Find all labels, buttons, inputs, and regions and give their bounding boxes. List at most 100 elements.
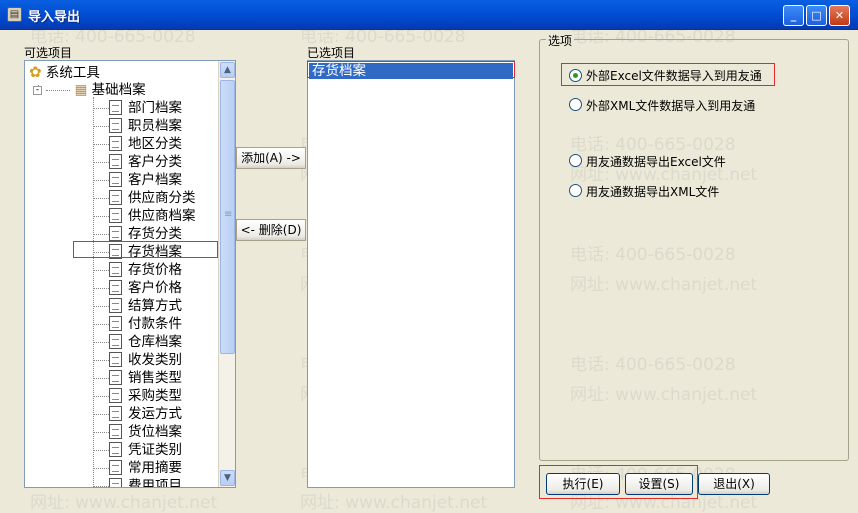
watermark-site: 网址: www.chanjet.net	[30, 493, 218, 513]
collapse-toggle[interactable]: -	[33, 85, 42, 95]
tree-item-label: 发运方式	[128, 406, 182, 422]
gear-icon: ✿	[29, 63, 42, 81]
tree-item-label: 采购类型	[128, 388, 182, 404]
add-button[interactable]: 添加(A) ->	[236, 147, 306, 169]
tree-item[interactable]: 部门档案	[109, 99, 182, 117]
highlight-box-item	[73, 241, 218, 258]
tree-item[interactable]: 销售类型	[109, 369, 182, 387]
radio-xml-import-label[interactable]: 外部XML文件数据导入到用友通	[586, 97, 755, 114]
tree-group-label: 基础档案	[91, 82, 146, 98]
tree-item-label: 部门档案	[128, 100, 182, 116]
document-icon	[109, 154, 122, 169]
scroll-down-button[interactable]: ▼	[220, 470, 235, 486]
tree-group-basic-archives[interactable]: - ▦ 基础档案	[33, 81, 146, 99]
document-icon	[109, 406, 122, 421]
tree-item[interactable]: 客户分类	[109, 153, 182, 171]
watermark-site: 网址: www.chanjet.net	[300, 493, 488, 513]
available-items-label: 可选项目	[24, 46, 73, 60]
options-label: 选项	[546, 32, 575, 49]
document-icon	[109, 460, 122, 475]
tree-item[interactable]: 付款条件	[109, 315, 182, 333]
radio-xml-import[interactable]	[569, 98, 582, 111]
tree-item[interactable]: 常用摘要	[109, 459, 182, 477]
tree-item[interactable]: 凭证类别	[109, 441, 182, 459]
selected-items-label: 已选项目	[307, 46, 356, 60]
exit-button[interactable]: 退出(X)	[698, 473, 770, 495]
tree-item-label: 凭证类别	[128, 442, 182, 458]
tree-item-label: 仓库档案	[128, 334, 182, 350]
minimize-button[interactable]: _	[783, 5, 804, 26]
document-icon	[109, 118, 122, 133]
selected-items-list[interactable]: 存货档案	[307, 60, 515, 488]
tree-scrollbar[interactable]: ▲ ≡ ▼	[218, 61, 235, 487]
tree-item-label: 结算方式	[128, 298, 182, 314]
document-icon	[109, 316, 122, 331]
tree-item-label: 客户档案	[128, 172, 182, 188]
document-icon	[109, 388, 122, 403]
tree-item-label: 供应商档案	[128, 208, 196, 224]
tree-item-label: 费用项目	[128, 478, 182, 488]
tree-item[interactable]: 客户档案	[109, 171, 182, 189]
highlight-box-selected	[307, 61, 515, 78]
document-icon	[109, 100, 122, 115]
tree-item-label: 付款条件	[128, 316, 182, 332]
document-icon	[109, 262, 122, 277]
tree-item-label: 客户分类	[128, 154, 182, 170]
tree-item[interactable]: 货位档案	[109, 423, 182, 441]
tree-item-label: 存货价格	[128, 262, 182, 278]
available-items-tree[interactable]: ✿ 系统工具 - ▦ 基础档案 部门档案职员档案地区分类客户分类客户档案供应商分…	[24, 60, 236, 488]
highlight-box-buttons	[539, 465, 698, 499]
tree-item-label: 存货分类	[128, 226, 182, 242]
radio-excel-export[interactable]	[569, 154, 582, 167]
document-icon	[109, 136, 122, 151]
folder-icon: ▦	[74, 82, 88, 98]
scroll-thumb[interactable]: ≡	[220, 80, 235, 354]
tree-item[interactable]: 结算方式	[109, 297, 182, 315]
window-title: 导入导出	[28, 10, 81, 25]
document-icon	[109, 478, 122, 487]
document-icon	[109, 370, 122, 385]
document-icon	[109, 208, 122, 223]
document-icon	[109, 172, 122, 187]
tree-item[interactable]: 职员档案	[109, 117, 182, 135]
tree-item-label: 客户价格	[128, 280, 182, 296]
document-icon	[109, 190, 122, 205]
tree-item-label: 常用摘要	[128, 460, 182, 476]
radio-xml-export[interactable]	[569, 184, 582, 197]
tree-item[interactable]: 存货价格	[109, 261, 182, 279]
tree-item[interactable]: 采购类型	[109, 387, 182, 405]
scroll-up-button[interactable]: ▲	[220, 62, 235, 78]
radio-xml-export-label[interactable]: 用友通数据导出XML文件	[586, 183, 719, 200]
document-icon	[109, 298, 122, 313]
remove-button[interactable]: <- 删除(D)	[236, 219, 306, 241]
tree-item-label: 供应商分类	[128, 190, 196, 206]
tree-item[interactable]: 收发类别	[109, 351, 182, 369]
document-icon	[109, 442, 122, 457]
document-icon	[109, 334, 122, 349]
tree-item[interactable]: 供应商档案	[109, 207, 196, 225]
document-icon	[109, 226, 122, 241]
tree-item-label: 收发类别	[128, 352, 182, 368]
document-icon	[109, 280, 122, 295]
maximize-button[interactable]: □	[806, 5, 827, 26]
tree-item[interactable]: 客户价格	[109, 279, 182, 297]
tree-item[interactable]: 发运方式	[109, 405, 182, 423]
tree-item[interactable]: 仓库档案	[109, 333, 182, 351]
tree-item-label: 销售类型	[128, 370, 182, 386]
tree-item-label: 货位档案	[128, 424, 182, 440]
app-icon: ▤	[7, 7, 22, 22]
tree-item-label: 地区分类	[128, 136, 182, 152]
title-bar[interactable]: ▤ 导入导出 _ □ ✕	[0, 0, 858, 30]
tree-item[interactable]: 供应商分类	[109, 189, 196, 207]
tree-root-system-tools[interactable]: ✿ 系统工具	[29, 63, 100, 81]
tree-root-label: 系统工具	[45, 65, 100, 81]
radio-excel-export-label[interactable]: 用友通数据导出Excel文件	[586, 153, 726, 170]
document-icon	[109, 424, 122, 439]
tree-item[interactable]: 费用项目	[109, 477, 182, 488]
close-button[interactable]: ✕	[829, 5, 850, 26]
tree-item[interactable]: 地区分类	[109, 135, 182, 153]
highlight-box-option	[561, 63, 775, 86]
tree-item-label: 职员档案	[128, 118, 182, 134]
grip-icon: ≡	[224, 209, 233, 220]
document-icon	[109, 352, 122, 367]
